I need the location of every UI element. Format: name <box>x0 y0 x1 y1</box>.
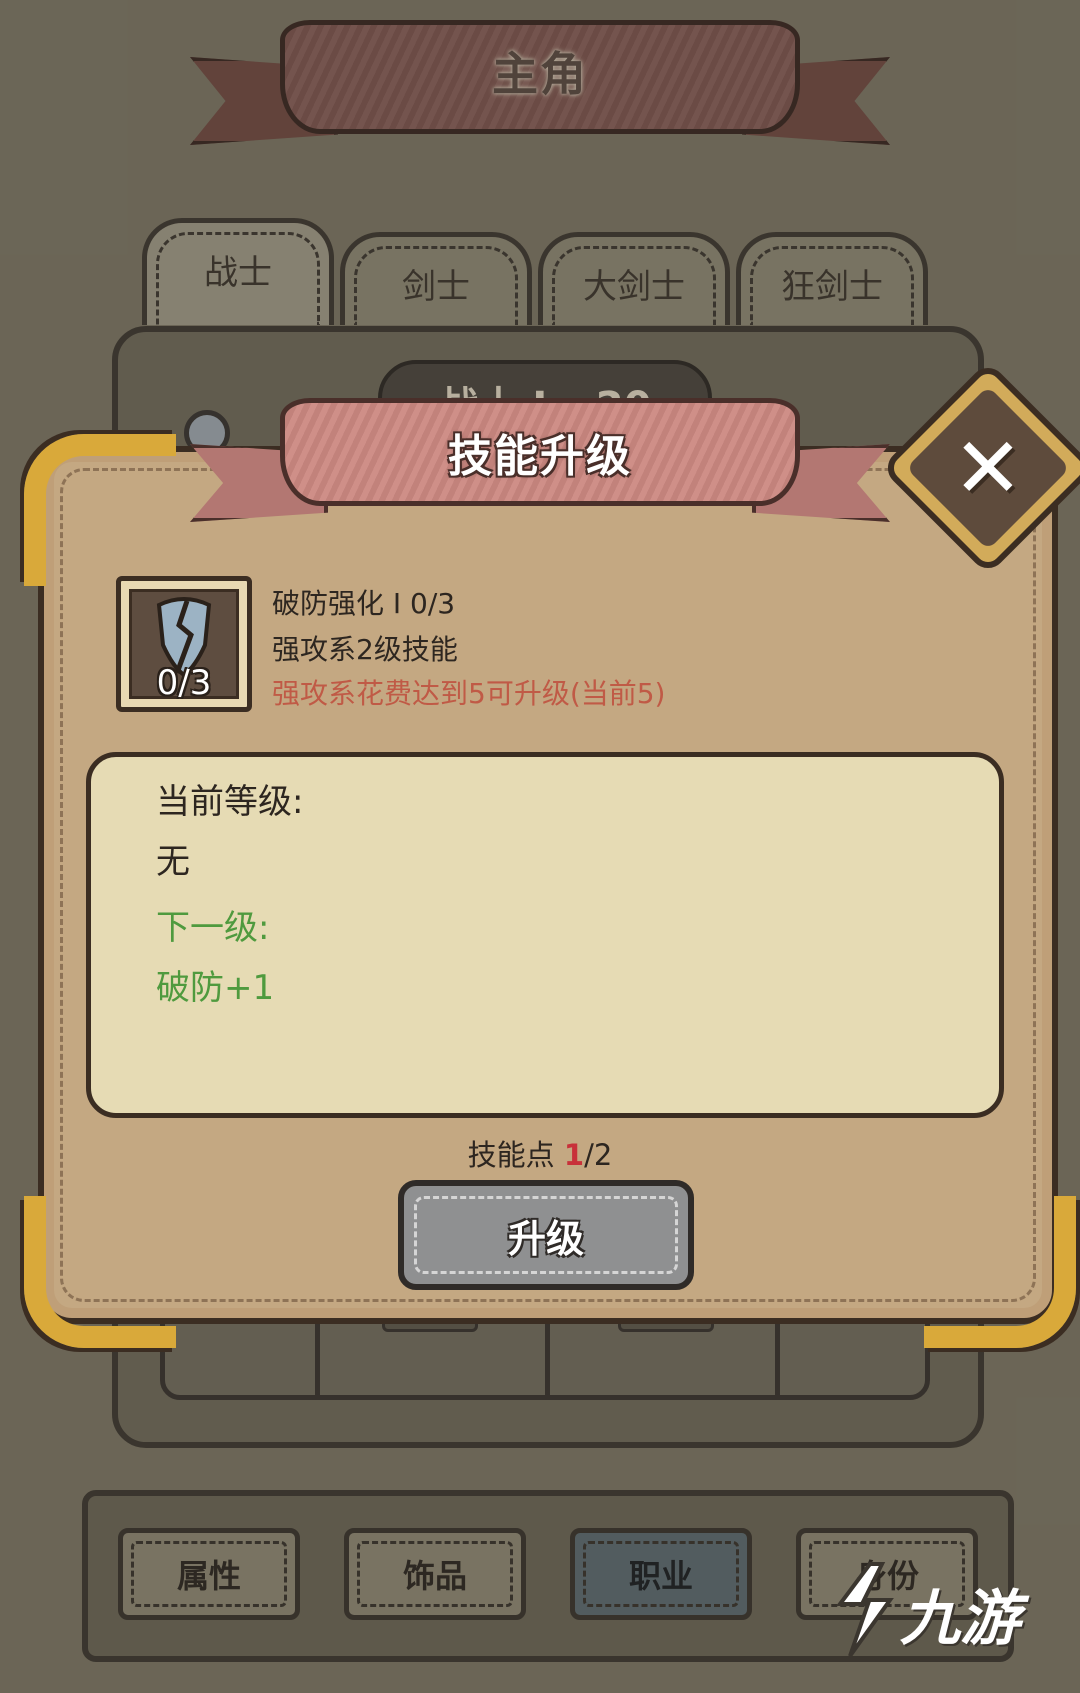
upgrade-button[interactable]: 升级 <box>398 1180 694 1290</box>
skill-points: 技能点 1/2 <box>0 1132 1080 1174</box>
skill-points-total: /2 <box>584 1138 613 1172</box>
class-tabs: 战士 剑士 大剑士 狂剑士 <box>142 218 942 332</box>
tab-label: 剑士 <box>402 267 470 307</box>
gold-corner-ornament <box>24 434 176 586</box>
skill-requirement: 强攻系花费达到5可升级(当前5) <box>272 677 666 710</box>
skill-points-label: 技能点 <box>467 1138 555 1172</box>
page-title: 主角 <box>492 47 588 101</box>
header-banner: 主角 <box>190 12 890 145</box>
nav-label: 饰品 <box>402 1557 467 1595</box>
nav-attributes-button[interactable]: 属性 <box>118 1528 300 1620</box>
nav-accessories-button[interactable]: 饰品 <box>344 1528 526 1620</box>
tab-berserker[interactable]: 狂剑士 <box>736 232 928 325</box>
skill-slot-count: 0/3 <box>156 663 212 703</box>
nav-label: 职业 <box>628 1557 693 1595</box>
gold-corner-ornament <box>24 1196 176 1348</box>
current-level-value: 无 <box>156 842 190 882</box>
tab-great-swordsman[interactable]: 大剑士 <box>538 232 730 325</box>
skill-name: 破防强化 Ⅰ 0/3 <box>272 587 456 620</box>
close-icon[interactable]: ✕ <box>912 392 1064 544</box>
gold-corner-ornament <box>924 1196 1076 1348</box>
upgrade-button-label: 升级 <box>507 1217 584 1261</box>
nav-label: 属性 <box>176 1557 241 1595</box>
watermark-s-icon <box>836 1562 894 1658</box>
tab-label: 战士 <box>204 253 272 293</box>
dialog-title: 技能升级 <box>448 431 632 482</box>
watermark-text: 九游 <box>900 1584 1020 1654</box>
tab-swordsman[interactable]: 剑士 <box>340 232 532 325</box>
dialog-banner: 技能升级 <box>190 384 890 524</box>
watermark-logo: 九游 <box>820 1552 1060 1662</box>
skill-points-current: 1 <box>563 1138 585 1172</box>
skill-tier: 强攻系2级技能 <box>272 633 458 666</box>
next-level-label: 下一级: <box>156 908 270 948</box>
nav-class-button[interactable]: 职业 <box>570 1528 752 1620</box>
skill-slot: 0/3 <box>116 576 252 712</box>
tab-warrior[interactable]: 战士 <box>142 218 334 325</box>
tab-label: 狂剑士 <box>781 267 883 307</box>
current-level-label: 当前等级: <box>156 782 304 822</box>
tab-label: 大剑士 <box>583 267 685 307</box>
game-screen: 主角 战士 剑士 大剑士 狂剑士 战士 Lv.20 0/1 0/1 属性 饰品 … <box>0 0 1080 1693</box>
next-level-value: 破防+1 <box>156 968 275 1008</box>
